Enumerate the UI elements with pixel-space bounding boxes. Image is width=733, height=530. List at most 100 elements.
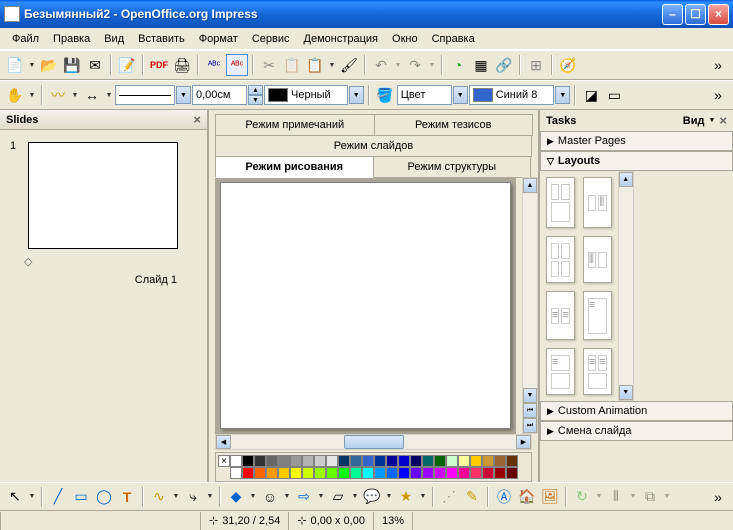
- palette-color[interactable]: [230, 467, 242, 479]
- palette-color[interactable]: [374, 455, 386, 467]
- fill-bucket-icon[interactable]: 🪣: [374, 84, 396, 106]
- chart-button[interactable]: ◔: [447, 54, 469, 76]
- palette-color[interactable]: [422, 455, 434, 467]
- text-tool[interactable]: T: [116, 486, 138, 508]
- tasks-view-dropdown-icon[interactable]: ▼: [708, 117, 715, 124]
- palette-color[interactable]: [278, 455, 290, 467]
- vertical-scrollbar[interactable]: ▲ ▼ ⏮ ⏭: [522, 177, 538, 434]
- arrow-shapes-tool[interactable]: ⇨: [293, 486, 315, 508]
- palette-color[interactable]: [434, 467, 446, 479]
- palette-color[interactable]: [386, 455, 398, 467]
- fill-type-select[interactable]: Цвет: [397, 85, 452, 105]
- tab-slides[interactable]: Режим слайдов: [215, 135, 532, 157]
- layout-thumb[interactable]: [546, 236, 575, 283]
- edit-points-tool[interactable]: ⋰: [438, 486, 460, 508]
- close-button[interactable]: ×: [708, 4, 729, 25]
- symbol-shapes-tool[interactable]: ☺: [259, 486, 281, 508]
- palette-color[interactable]: [314, 467, 326, 479]
- cut-button[interactable]: ✂: [258, 54, 280, 76]
- palette-color[interactable]: [434, 455, 446, 467]
- palette-color[interactable]: [338, 467, 350, 479]
- glue-points-tool[interactable]: ✎: [461, 486, 483, 508]
- select-dropdown[interactable]: ▼: [27, 92, 37, 99]
- palette-no-fill[interactable]: ×: [218, 455, 230, 467]
- select-tool[interactable]: ✋: [4, 84, 26, 106]
- line-style-arrow[interactable]: ▼: [176, 86, 191, 104]
- tab-outline-top[interactable]: Режим тезисов: [374, 114, 534, 136]
- palette-color[interactable]: [386, 467, 398, 479]
- hyperlink-button[interactable]: 🔗: [493, 54, 515, 76]
- flowchart-tool[interactable]: ▱: [327, 486, 349, 508]
- palette-color[interactable]: [230, 455, 242, 467]
- tasks-view-menu[interactable]: Вид: [683, 115, 705, 127]
- layout-thumb[interactable]: ≡≡: [583, 348, 612, 395]
- palette-color[interactable]: [506, 455, 518, 467]
- palette-color[interactable]: [362, 455, 374, 467]
- slides-panel-close[interactable]: ×: [193, 112, 201, 127]
- layout-thumb[interactable]: ⫼: [583, 177, 612, 228]
- palette-color[interactable]: [254, 467, 266, 479]
- palette-color[interactable]: [350, 467, 362, 479]
- scroll-right-arrow[interactable]: ▶: [516, 435, 531, 449]
- pdf-button[interactable]: PDF: [148, 54, 170, 76]
- prev-slide-arrow[interactable]: ⏮: [523, 403, 537, 418]
- menu-tools[interactable]: Сервис: [246, 31, 296, 47]
- menu-slideshow[interactable]: Демонстрация: [298, 31, 385, 47]
- grid-button[interactable]: ⊞: [525, 54, 547, 76]
- toolbar2-overflow[interactable]: »: [707, 84, 729, 106]
- palette-color[interactable]: [302, 467, 314, 479]
- ellipse-tool[interactable]: ◯: [93, 486, 115, 508]
- layout-thumb[interactable]: ≡≡: [546, 291, 575, 340]
- palette-color[interactable]: [458, 467, 470, 479]
- fill-color-select[interactable]: Синий 8: [469, 85, 555, 105]
- presentation-button[interactable]: ▭: [603, 84, 625, 106]
- email-button[interactable]: ✉: [84, 54, 106, 76]
- menu-format[interactable]: Формат: [193, 31, 244, 47]
- curve-tool[interactable]: ∿: [148, 486, 170, 508]
- slide-thumbnail[interactable]: [28, 142, 178, 249]
- palette-color[interactable]: [338, 455, 350, 467]
- width-down[interactable]: ▼: [248, 95, 263, 105]
- section-master-pages[interactable]: ▶Master Pages: [540, 131, 733, 151]
- line-color-arrow[interactable]: ▼: [349, 86, 364, 104]
- line-tool[interactable]: ╱: [47, 486, 69, 508]
- palette-color[interactable]: [374, 467, 386, 479]
- layout-thumb[interactable]: ≡: [546, 348, 575, 395]
- scroll-left-arrow[interactable]: ◀: [216, 435, 231, 449]
- line-width-field[interactable]: 0,00см: [192, 85, 247, 105]
- palette-color[interactable]: [290, 467, 302, 479]
- section-layouts[interactable]: ▽Layouts: [540, 151, 733, 171]
- fill-type-arrow[interactable]: ▼: [453, 86, 468, 104]
- callout-tool[interactable]: 💬: [361, 486, 383, 508]
- layouts-scrollbar[interactable]: ▲▼: [618, 171, 634, 401]
- palette-color[interactable]: [470, 455, 482, 467]
- tab-notes[interactable]: Режим примечаний: [215, 114, 375, 136]
- palette-color[interactable]: [242, 467, 254, 479]
- menu-edit[interactable]: Правка: [47, 31, 96, 47]
- maximize-button[interactable]: ☐: [685, 4, 706, 25]
- status-zoom[interactable]: 13%: [373, 512, 412, 530]
- print-button[interactable]: 🖨: [171, 54, 193, 76]
- navigator-button[interactable]: 🧭: [557, 54, 579, 76]
- palette-color[interactable]: [398, 467, 410, 479]
- from-file-tool[interactable]: 🏠: [516, 486, 538, 508]
- undo-button[interactable]: ↶: [370, 54, 392, 76]
- paste-button[interactable]: 📋: [304, 54, 326, 76]
- layout-thumb[interactable]: ≡: [583, 291, 612, 340]
- palette-color[interactable]: [410, 467, 422, 479]
- edit-button[interactable]: 📝: [116, 54, 138, 76]
- pointer-tool[interactable]: ↖: [4, 486, 26, 508]
- menu-file[interactable]: Файл: [6, 31, 45, 47]
- copy-button[interactable]: 📋: [281, 54, 303, 76]
- drawing-toolbar-overflow[interactable]: »: [707, 486, 729, 508]
- menu-insert[interactable]: Вставить: [132, 31, 191, 47]
- hscroll-thumb[interactable]: [344, 435, 404, 449]
- next-slide-arrow[interactable]: ⏭: [523, 418, 537, 433]
- palette-color[interactable]: [326, 455, 338, 467]
- palette-color[interactable]: [290, 455, 302, 467]
- section-custom-animation[interactable]: ▶Custom Animation: [540, 401, 733, 421]
- star-tool[interactable]: ★: [395, 486, 417, 508]
- layout-thumb[interactable]: ⫼: [583, 236, 612, 283]
- basic-shapes-tool[interactable]: ◆: [225, 486, 247, 508]
- redo-button[interactable]: ↷: [404, 54, 426, 76]
